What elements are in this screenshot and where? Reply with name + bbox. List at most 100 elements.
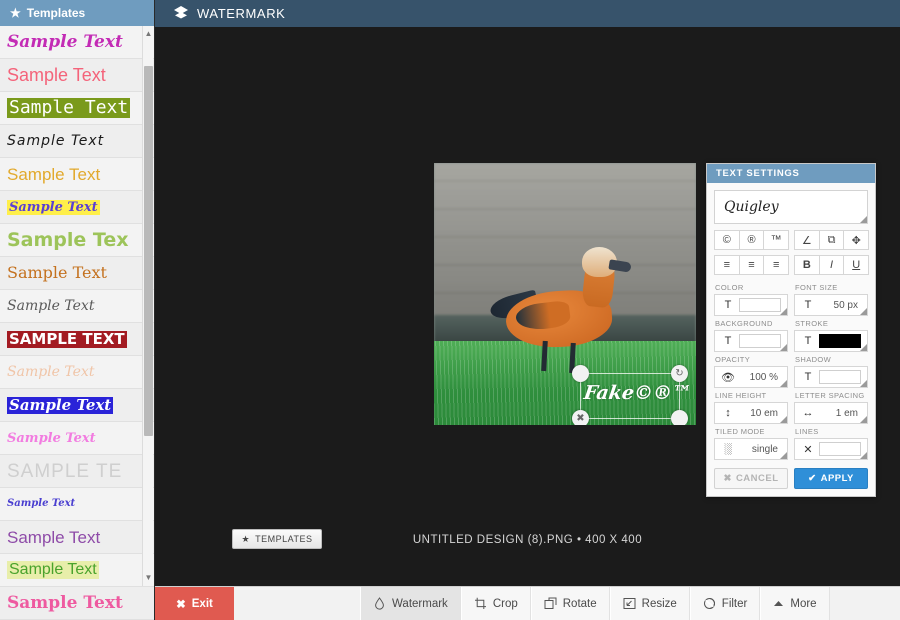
opacity-field[interactable]: 👁 100 % <box>714 366 788 388</box>
symbol-and-transform-row: © ® ™ ∠ ⧉ ✥ <box>714 230 870 250</box>
templates-button[interactable]: ★ TEMPLATES <box>232 529 322 549</box>
template-item[interactable]: Sample Text <box>0 587 154 620</box>
template-item-label: Sample Text <box>7 199 100 215</box>
template-item-label: Sample Text <box>7 364 95 380</box>
apply-button[interactable]: ✔ APPLY <box>794 468 868 489</box>
move-button[interactable]: ✥ <box>843 230 870 250</box>
lines-swatch[interactable] <box>819 442 861 456</box>
toolbar-items: Watermark Crop Rotate Resize Filter More <box>360 587 830 620</box>
italic-button[interactable]: I <box>818 255 845 275</box>
duplicate-button[interactable]: ⧉ <box>818 230 845 250</box>
resize-corner-icon <box>780 452 787 459</box>
shadow-swatch[interactable] <box>819 370 861 384</box>
background-field[interactable]: T <box>714 330 788 352</box>
template-item[interactable]: Sample Text <box>0 191 154 224</box>
toolbar-item-label: Watermark <box>392 597 448 610</box>
template-item[interactable]: Sample Text <box>0 356 154 389</box>
rotate-angle-button[interactable]: ∠ <box>794 230 820 250</box>
opacity-icon: 👁 <box>721 371 735 384</box>
align-right-button[interactable]: ≡ <box>763 255 790 275</box>
trademark-button[interactable]: ™ <box>763 230 790 250</box>
template-list[interactable]: Sample Text Sample Text Sample Text Sample … <box>0 26 154 620</box>
template-item[interactable]: Sample Text <box>0 422 154 455</box>
underline-icon: U <box>852 259 861 271</box>
stroke-swatch[interactable] <box>819 334 861 348</box>
field-label: TILED MODE <box>715 427 765 436</box>
color-field[interactable]: T <box>714 294 788 316</box>
caret-up-icon <box>773 598 784 609</box>
watermark-text[interactable]: Fake©®™ <box>582 382 692 404</box>
canvas-area[interactable]: Fake©®™ ↻ ✖ TEXT SETTINGS Quigley © ® ™ <box>155 27 900 558</box>
underline-button[interactable]: U <box>843 255 870 275</box>
font-family-select[interactable]: Quigley <box>714 190 868 224</box>
line-height-value: 10 em <box>750 407 778 419</box>
toolbar-item-more[interactable]: More <box>760 587 830 620</box>
field-label: FONT SIZE <box>795 283 838 292</box>
image-canvas[interactable]: Fake©®™ ↻ ✖ <box>434 163 696 425</box>
template-item[interactable]: SAMPLE TEXT <box>0 323 154 356</box>
droplet-icon <box>373 597 386 610</box>
toolbar-item-resize[interactable]: Resize <box>609 587 690 620</box>
template-item[interactable]: Sample Text <box>0 26 154 59</box>
template-item[interactable]: Sample Text <box>0 257 154 290</box>
sidebar-scrollbar[interactable]: ▲ ▼ <box>142 26 153 586</box>
background-swatch[interactable] <box>739 334 781 348</box>
font-size-field[interactable]: T 50 px <box>794 294 868 316</box>
transform-button-group[interactable]: ∠ ⧉ ✥ <box>794 230 870 250</box>
template-item-label: Sample Tex <box>7 228 129 251</box>
template-item[interactable]: Sample Text <box>0 290 154 323</box>
template-item[interactable]: Sample Text <box>0 488 154 521</box>
template-item[interactable]: Sample Text <box>0 125 154 158</box>
template-item[interactable]: Sample Text <box>0 521 154 554</box>
toolbar-item-crop[interactable]: Crop <box>460 587 531 620</box>
color-icon: T <box>724 299 732 311</box>
settings-cell: BACKGROUND T <box>714 316 788 352</box>
align-button-group[interactable]: ≡ ≡ ≡ <box>714 255 790 275</box>
watermark-move-handle[interactable] <box>572 365 589 382</box>
text-settings-panel[interactable]: TEXT SETTINGS Quigley © ® ™ ∠ ⧉ ✥ ≡ ≡ ≡ B I U <box>706 163 876 497</box>
symbol-button-group[interactable]: © ® ™ <box>714 230 790 250</box>
template-item[interactable]: Sample Text <box>0 59 154 92</box>
rotate-icon <box>544 597 557 610</box>
template-item[interactable]: SAMPLE TE <box>0 455 154 488</box>
template-item[interactable]: Sample Text <box>0 554 154 587</box>
stroke-field[interactable]: T <box>794 330 868 352</box>
settings-cell: STROKE T <box>794 316 868 352</box>
toolbar-item-label: Filter <box>721 597 748 610</box>
cancel-label: CANCEL <box>735 473 779 484</box>
template-item[interactable]: Sample Text <box>0 92 154 125</box>
lines-field[interactable]: ✕ <box>794 438 868 460</box>
template-item[interactable]: Sample Text <box>0 389 154 422</box>
letter-spacing-field[interactable]: ↔ 1 em <box>794 402 868 424</box>
cancel-button[interactable]: ✖ CANCEL <box>714 468 788 489</box>
align-center-button[interactable]: ≡ <box>738 255 765 275</box>
text-settings-fields: COLOR T FONT SIZE T 50 px BACKGROUND T STROKE T O… <box>714 280 868 460</box>
exit-button[interactable]: ✖ Exit <box>155 587 234 620</box>
watermark-resize-handle[interactable] <box>671 410 688 425</box>
color-swatch[interactable] <box>739 298 781 312</box>
watermark-object[interactable]: Fake©®™ ↻ ✖ <box>572 365 693 425</box>
toolbar-item-rotate[interactable]: Rotate <box>530 587 610 620</box>
template-item[interactable]: Sample Text <box>0 158 154 191</box>
filter-icon <box>703 597 716 610</box>
watermark-delete-handle[interactable]: ✖ <box>572 410 589 425</box>
tiled-mode-field[interactable]: ░ single <box>714 438 788 460</box>
field-label: COLOR <box>715 283 744 292</box>
style-button-group[interactable]: BIU <box>794 255 870 275</box>
shadow-field[interactable]: T <box>794 366 868 388</box>
scroll-down-icon[interactable]: ▼ <box>144 572 153 584</box>
template-item[interactable]: Sample Tex <box>0 224 154 257</box>
scroll-up-icon[interactable]: ▲ <box>144 28 153 40</box>
bold-button[interactable]: B <box>794 255 820 275</box>
scrollbar-thumb[interactable] <box>144 66 153 436</box>
registered-button[interactable]: ® <box>738 230 765 250</box>
watermark-rotate-handle[interactable]: ↻ <box>671 365 688 382</box>
align-left-button[interactable]: ≡ <box>714 255 740 275</box>
toolbar-item-filter[interactable]: Filter <box>689 587 761 620</box>
line-height-field[interactable]: ↕ 10 em <box>714 402 788 424</box>
toolbar-item-label: Resize <box>641 597 677 610</box>
lines-icon: ✕ <box>803 443 813 456</box>
apply-label: APPLY <box>820 473 854 484</box>
toolbar-item-watermark[interactable]: Watermark <box>360 587 461 620</box>
copyright-button[interactable]: © <box>714 230 740 250</box>
